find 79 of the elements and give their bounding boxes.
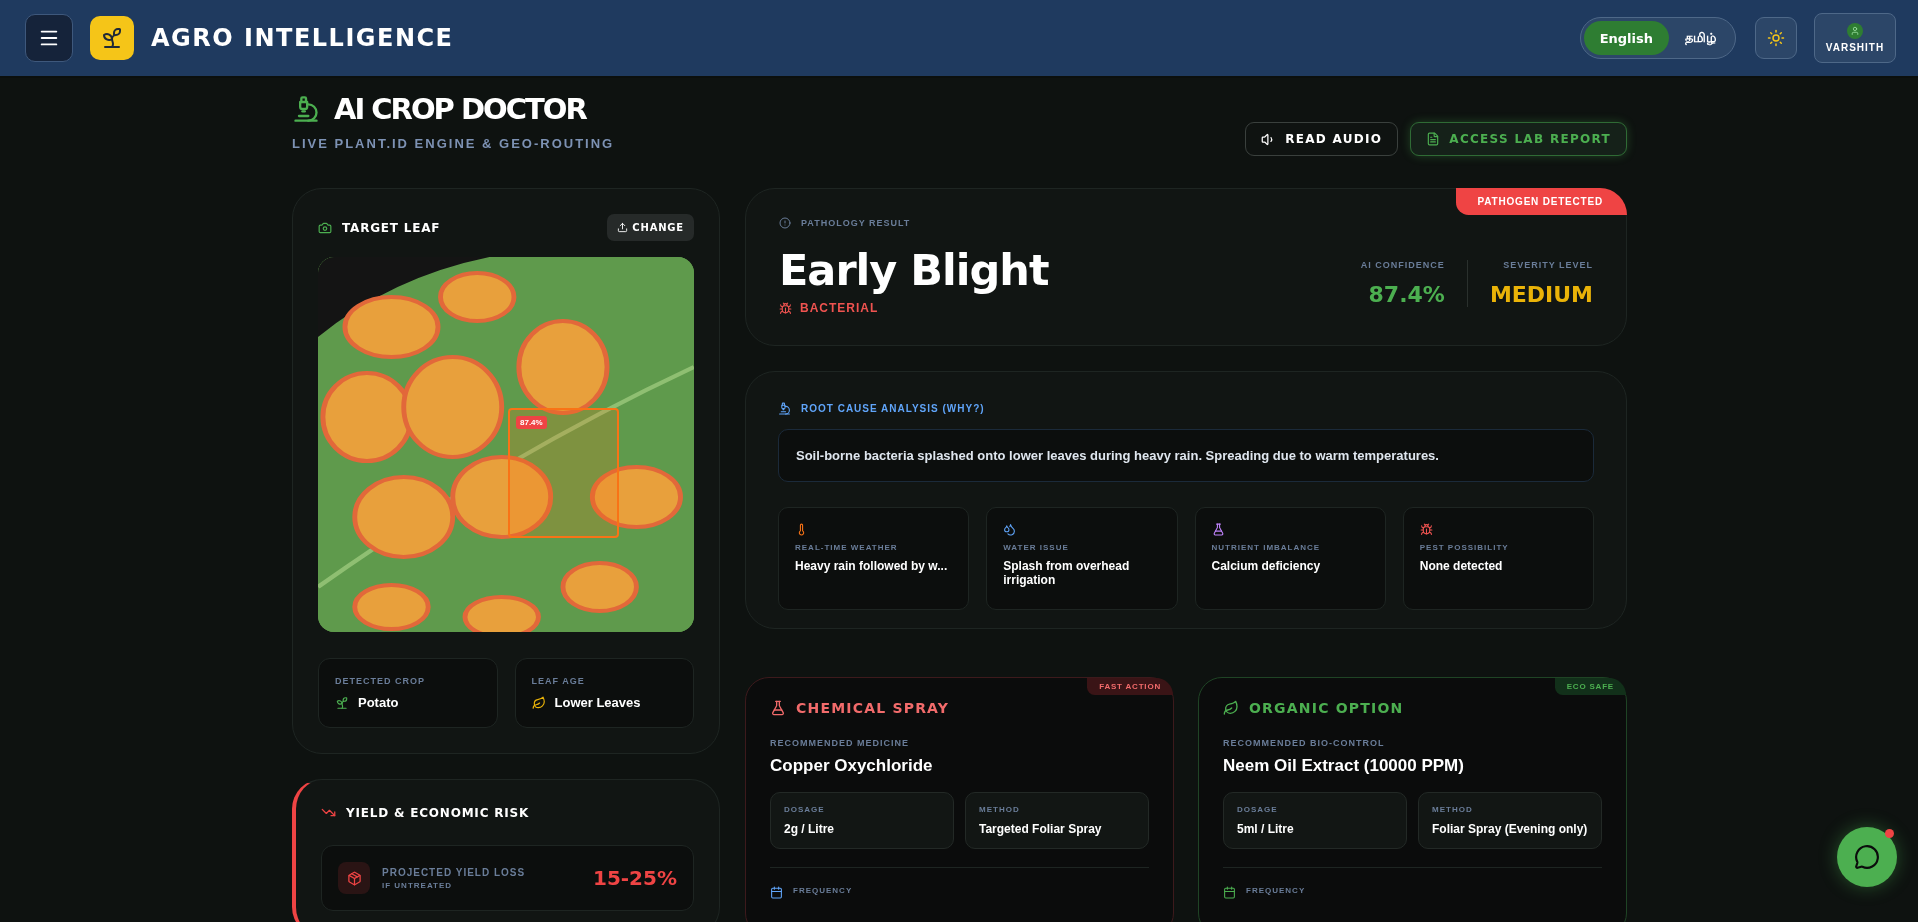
page-title: AI CROP DOCTOR [334,92,586,126]
chat-button[interactable] [1837,827,1897,887]
sprout-logo-icon [90,16,134,60]
detail-value: Foliar Spray (Evening only) [1432,822,1588,836]
chat-bubble-icon [1854,844,1880,870]
pathogen-type: BACTERIAL [800,301,879,315]
stat-value: MEDIUM [1489,282,1593,307]
language-option[interactable]: தமிழ் [1669,21,1732,55]
schedule-label: FREQUENCY [1246,886,1306,895]
detail-label: METHOD [979,805,1021,814]
metric-label: PROJECTED YIELD LOSS [382,866,527,878]
cause-summary: Soil-borne bacteria splashed onto lower leaves during heavy rain. Spreading due to warm temperatures. [778,429,1594,482]
status-badge: PATHOGEN DETECTED [1455,188,1627,215]
factor-label: REAL-TIME WEATHER [795,543,899,552]
stat-label: SEVERITY LEVEL [1503,260,1593,270]
sprout-icon [335,695,349,710]
factor-value: Splash from overhead irrigation [1003,559,1131,587]
fact-label: LEAF AGE [531,676,586,686]
metric-note: IF UNTREATED [382,880,454,890]
bug-icon [779,301,792,315]
leaf-icon [531,695,546,710]
fact-value: Potato [358,695,399,710]
disease-name: Early Blight [779,245,1049,295]
treatment-title: CHEMICAL SPRAY [796,700,950,716]
factor-value: Calcium deficiency [1211,559,1322,573]
microscope-icon [292,95,320,123]
change-button[interactable]: CHANGE [607,214,694,241]
bug-icon [1419,523,1433,536]
sun-icon [1767,29,1785,47]
lab-report-button[interactable]: ACCESS LAB REPORT [1410,122,1627,156]
user-button[interactable]: VARSHITH [1814,13,1896,63]
card-title: TARGET LEAF [342,220,441,235]
read-audio-button[interactable]: READ AUDIO [1245,122,1399,156]
leaf-icon [1223,700,1239,716]
confidence-tag: 87.4% [516,416,547,429]
treatment-title: ORGANIC OPTION [1249,700,1404,716]
factor-label: PEST POSSIBILITY [1419,543,1510,552]
fact-label: DETECTED CROP [335,676,426,686]
product-name: Neem Oil Extract (10000 PPM) [1223,756,1465,776]
brand-name: AGRO INTELLIGENCE [151,24,454,52]
card-title: YIELD & ECONOMIC RISK [346,805,530,820]
product-label: RECOMMENDED MEDICINE [770,738,909,748]
treatment-badge: FAST ACTION [1087,678,1173,695]
stat-label: AI CONFIDENCE [1360,260,1445,270]
upload-icon [617,222,629,233]
product-label: RECOMMENDED BIO-CONTROL [1223,738,1385,748]
detail-value: Targeted Foliar Spray [979,822,1103,836]
language-option[interactable]: English [1583,21,1669,55]
detail-label: DOSAGE [784,805,826,814]
yield-loss-value: 15-25% [593,866,677,890]
alert-icon [779,217,791,229]
detail-label: METHOD [1432,805,1474,814]
factor-label: NUTRIENT IMBALANCE [1211,543,1322,552]
product-name: Copper Oxychloride [770,756,934,776]
user-avatar-icon [1847,23,1863,39]
factor-value: Heavy rain followed by w... [795,559,949,573]
factor-label: WATER ISSUE [1003,543,1070,552]
camera-icon [318,220,332,235]
detail-label: DOSAGE [1237,805,1279,814]
calendar-icon [770,886,783,899]
menu-button[interactable] [25,14,73,62]
microscope-icon [778,402,791,415]
calendar-icon [1223,886,1236,899]
droplets-icon [1003,523,1017,536]
theme-toggle-button[interactable] [1755,17,1797,59]
page-subtitle: LIVE PLANT.ID ENGINE & GEO-ROUTING [292,136,615,151]
flask-icon [1211,523,1225,536]
document-icon [1426,132,1441,146]
result-label: PATHOLOGY RESULT [801,218,911,228]
stat-value: 87.4% [1368,282,1445,307]
section-title: ROOT CAUSE ANALYSIS (WHY?) [801,403,985,414]
detail-value: 2g / Litre [784,822,835,836]
schedule-label: FREQUENCY [793,886,853,895]
fact-value: Lower Leaves [554,695,641,710]
detail-value: 5ml / Litre [1237,822,1295,836]
flask-icon [770,700,786,716]
treatment-badge: ECO SAFE [1554,678,1626,695]
package-icon [338,862,370,894]
factor-value: None detected [1419,559,1504,573]
